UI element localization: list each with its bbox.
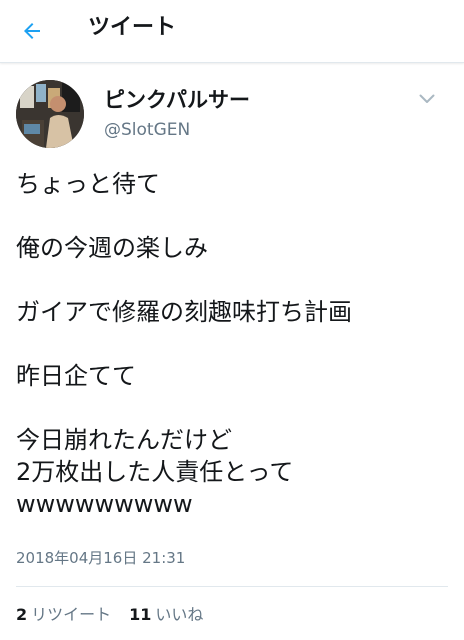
- divider: [16, 586, 448, 587]
- user-display-name[interactable]: ピンクパルサー: [104, 87, 250, 113]
- likes-count: 11: [129, 605, 152, 624]
- user-handle[interactable]: @SlotGEN: [104, 119, 190, 141]
- arrow-left-icon: [24, 23, 40, 39]
- tweet-text: ちょっと待て 俺の今週の楽しみ ガイアで修羅の刻趣味打ち計画 昨日企てて 今日崩…: [16, 168, 452, 520]
- back-button[interactable]: [14, 13, 50, 49]
- tweet-timestamp[interactable]: 2018年04月16日 21:31: [16, 548, 185, 568]
- avatar-image: [16, 80, 84, 148]
- tweet-line: ちょっと待て: [16, 170, 160, 198]
- retweets-count: 2: [16, 605, 28, 624]
- tweet-line: 今日崩れたんだけど: [16, 426, 232, 454]
- tweet-line: 2万枚出した人責任とって: [16, 458, 294, 486]
- retweets-stat[interactable]: 2 リツイート: [16, 604, 111, 626]
- likes-stat[interactable]: 11 いいね: [129, 604, 203, 626]
- tweet-line: wwwwwwwww: [16, 490, 193, 518]
- tweet-stats: 2 リツイート 11 いいね: [16, 604, 203, 626]
- tweet-line: 昨日企てて: [16, 362, 136, 390]
- page-title: ツイート: [88, 15, 177, 40]
- tweet-line: ガイアで修羅の刻趣味打ち計画: [16, 298, 352, 326]
- retweets-label: リツイート: [31, 605, 112, 624]
- likes-label: いいね: [155, 605, 204, 624]
- user-avatar[interactable]: [16, 80, 84, 148]
- tweet-menu-button[interactable]: [414, 88, 440, 110]
- top-app-bar: ツイート: [0, 0, 464, 63]
- chevron-down-icon: [419, 94, 435, 103]
- tweet-line: 俺の今週の楽しみ: [16, 234, 208, 262]
